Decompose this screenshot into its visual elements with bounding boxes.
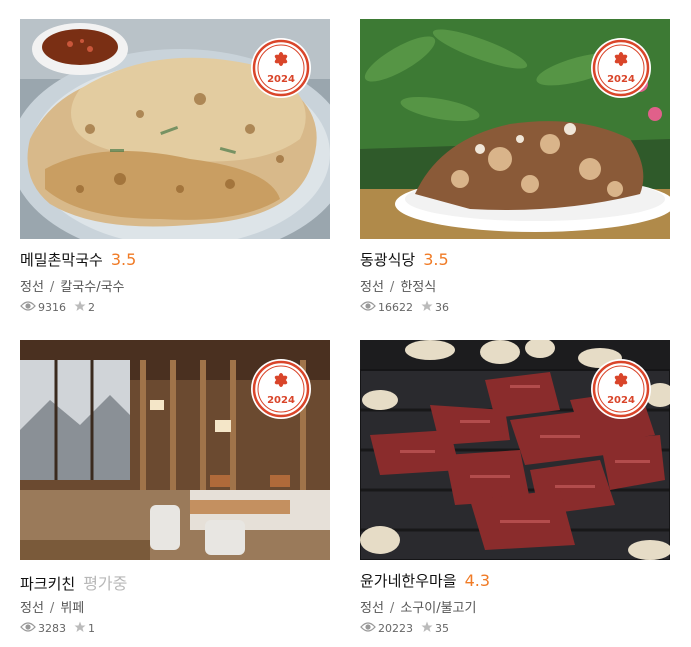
award-badge: 2024 xyxy=(250,358,312,420)
view-count: 3283 xyxy=(38,621,66,635)
award-badge: 2024 xyxy=(250,37,312,99)
category-label: 칼국수/국수 xyxy=(60,280,125,295)
restaurant-name[interactable]: 윤가네한우마을 xyxy=(360,570,457,591)
star-icon xyxy=(74,621,86,636)
star-count: 35 xyxy=(435,621,449,635)
star-icon xyxy=(74,300,86,315)
rating-score: 4.3 xyxy=(464,571,491,590)
restaurant-name[interactable]: 파크키친 xyxy=(20,573,75,594)
region-label: 정선 xyxy=(360,601,384,616)
restaurant-card[interactable]: 2024 동광식당 3.5 정선 / 한정식 16622 36 xyxy=(360,19,670,314)
grilled-beef-photo[interactable]: 2024 xyxy=(360,340,670,560)
view-count: 20223 xyxy=(378,621,413,635)
star-count: 36 xyxy=(435,300,449,314)
svg-text:2024: 2024 xyxy=(267,74,295,85)
rating-score: 3.5 xyxy=(423,250,449,269)
category-label: 한정식 xyxy=(400,280,437,295)
restaurant-interior-photo[interactable]: 2024 xyxy=(20,340,330,560)
category-label: 뷔페 xyxy=(60,601,85,616)
svg-text:2024: 2024 xyxy=(607,74,635,85)
eye-icon xyxy=(360,300,376,315)
star-count: 2 xyxy=(88,300,95,314)
rating-score: 평가중 xyxy=(83,574,128,593)
star-icon xyxy=(421,621,433,636)
eye-icon xyxy=(20,300,36,315)
svg-text:2024: 2024 xyxy=(607,395,635,406)
star-icon xyxy=(421,300,433,315)
award-badge: 2024 xyxy=(590,358,652,420)
restaurant-card[interactable]: 2024 윤가네한우마을 4.3 정선 / 소구이/불고기 20223 35 xyxy=(360,340,670,635)
braised-pork-plate-photo[interactable]: 2024 xyxy=(360,19,670,239)
eye-icon xyxy=(20,621,36,636)
star-count: 1 xyxy=(88,621,95,635)
view-count: 16622 xyxy=(378,300,413,314)
restaurant-name[interactable]: 동광식당 xyxy=(360,249,415,270)
category-label: 소구이/불고기 xyxy=(400,601,477,616)
svg-text:2024: 2024 xyxy=(267,395,295,406)
region-label: 정선 xyxy=(360,280,384,295)
buckwheat-pancake-photo[interactable]: 2024 xyxy=(20,19,330,239)
region-label: 정선 xyxy=(20,280,44,295)
rating-score: 3.5 xyxy=(110,250,137,269)
restaurant-card[interactable]: 2024 파크키친 평가중 정선 / 뷔페 3283 1 xyxy=(20,340,330,635)
award-badge: 2024 xyxy=(590,37,652,99)
region-label: 정선 xyxy=(20,601,44,616)
restaurant-card[interactable]: 2024 메밀촌막국수 3.5 정선 / 칼국수/국수 9316 2 xyxy=(20,19,330,314)
view-count: 9316 xyxy=(38,300,66,314)
eye-icon xyxy=(360,621,376,636)
restaurant-name[interactable]: 메밀촌막국수 xyxy=(20,249,103,270)
